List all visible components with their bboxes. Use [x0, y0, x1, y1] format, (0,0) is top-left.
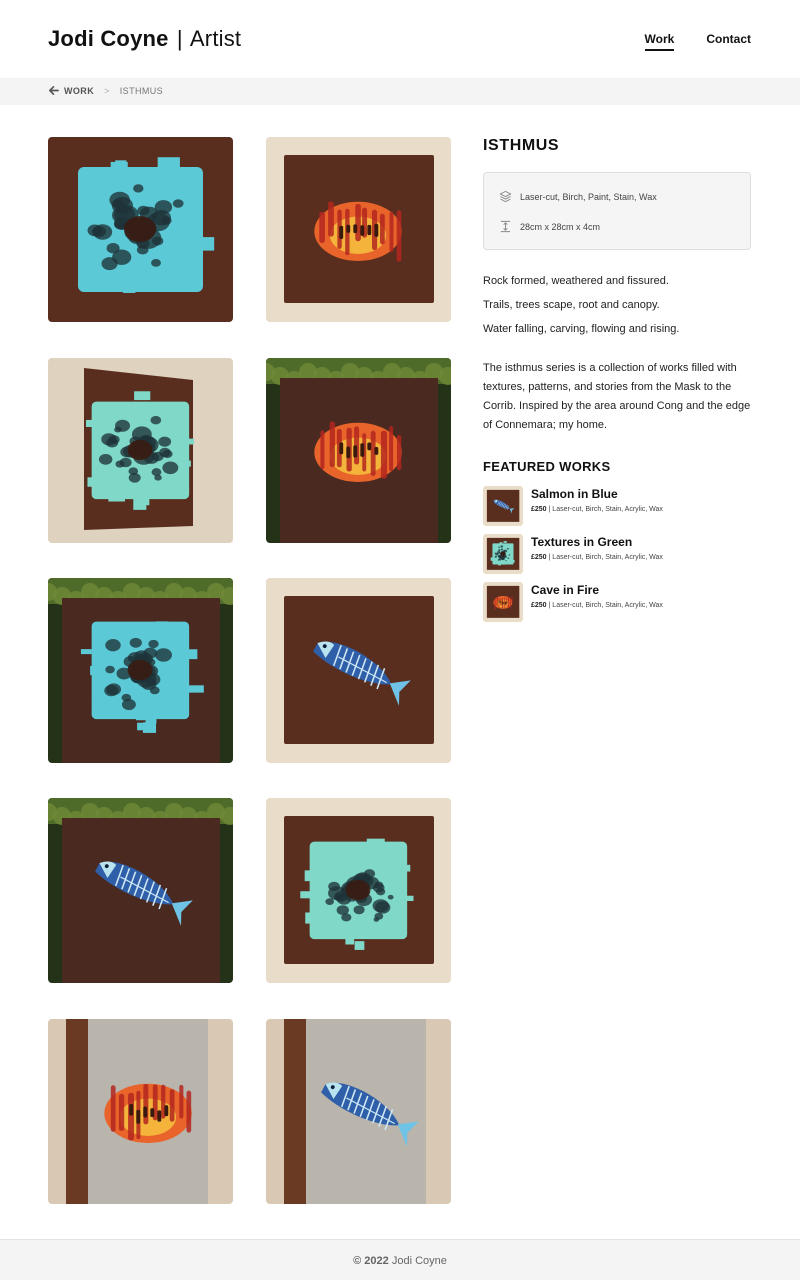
featured-item[interactable]: Cave in Fire £250 | Laser-cut, Birch, St…	[483, 582, 751, 622]
materials-row: Laser-cut, Birch, Paint, Stain, Wax	[499, 190, 657, 203]
footer-owner: Jodi Coyne	[391, 1255, 447, 1267]
gallery-image[interactable]	[48, 358, 233, 543]
poem-line: Rock formed, weathered and fissured.	[483, 275, 669, 287]
gallery-image[interactable]	[48, 578, 233, 763]
main-nav: Work Contact	[644, 32, 751, 51]
artwork-detail: ISTHMUS Laser-cut, Birch, Paint, Stain, …	[483, 137, 751, 630]
nav-contact-link[interactable]: Contact	[706, 32, 751, 51]
featured-item-name[interactable]: Textures in Green	[531, 535, 663, 549]
featured-thumbnail[interactable]	[483, 486, 523, 526]
featured-item-meta: £250 | Laser-cut, Birch, Stain, Acrylic,…	[531, 602, 663, 609]
series-description: The isthmus series is a collection of wo…	[483, 362, 751, 431]
featured-item-meta: £250 | Laser-cut, Birch, Stain, Acrylic,…	[531, 554, 663, 561]
poem-line: Trails, trees scape, root and canopy.	[483, 299, 660, 311]
featured-item-materials: Laser-cut, Birch, Stain, Acrylic, Wax	[552, 554, 663, 561]
site-brand[interactable]: Jodi Coyne | Artist	[48, 26, 241, 52]
featured-item-materials: Laser-cut, Birch, Stain, Acrylic, Wax	[552, 602, 663, 609]
breadcrumb-separator: >	[104, 85, 110, 96]
gallery-image[interactable]	[266, 798, 451, 983]
featured-item-meta: £250 | Laser-cut, Birch, Stain, Acrylic,…	[531, 506, 663, 513]
dimensions-row: 28cm x 28cm x 4cm	[499, 220, 600, 233]
featured-item[interactable]: Textures in Green £250 | Laser-cut, Birc…	[483, 534, 751, 574]
breadcrumb: WORK > ISTHMUS	[48, 85, 163, 96]
featured-works-heading: FEATURED WORKS	[483, 459, 611, 474]
featured-item-price: £250	[531, 554, 547, 561]
breadcrumb-current: ISTHMUS	[119, 85, 164, 96]
copyright: © 2022	[353, 1255, 389, 1267]
page-title: ISTHMUS	[483, 137, 560, 154]
height-icon	[500, 220, 511, 233]
nav-work-link[interactable]: Work	[644, 32, 675, 51]
dimensions-text: 28cm x 28cm x 4cm	[520, 221, 601, 232]
featured-item-price: £250	[531, 602, 547, 609]
featured-item-materials: Laser-cut, Birch, Stain, Acrylic, Wax	[552, 506, 663, 513]
site-footer: © 2022 Jodi Coyne	[0, 1239, 800, 1280]
brand-separator: |	[176, 26, 183, 51]
featured-item-price: £250	[531, 506, 547, 513]
featured-works-list: Salmon in Blue £250 | Laser-cut, Birch, …	[483, 486, 751, 622]
layers-icon	[499, 190, 512, 203]
featured-item-name[interactable]: Salmon in Blue	[531, 487, 663, 501]
gallery-image[interactable]	[266, 137, 451, 322]
featured-thumbnail[interactable]	[483, 582, 523, 622]
arrow-left-icon[interactable]	[48, 85, 59, 96]
gallery-image[interactable]	[48, 1019, 233, 1204]
gallery-image[interactable]	[266, 1019, 451, 1204]
gallery-image[interactable]	[266, 578, 451, 763]
breadcrumb-bar: WORK > ISTHMUS	[0, 78, 800, 105]
featured-item-name[interactable]: Cave in Fire	[531, 583, 663, 597]
gallery-image[interactable]	[48, 798, 233, 983]
poem-line: Water falling, carving, flowing and risi…	[483, 323, 680, 335]
site-header: Jodi Coyne | Artist Work Contact	[0, 0, 800, 78]
brand-name: Jodi Coyne	[48, 26, 169, 51]
poem: Rock formed, weathered and fissured. Tra…	[483, 269, 751, 341]
featured-item[interactable]: Salmon in Blue £250 | Laser-cut, Birch, …	[483, 486, 751, 526]
breadcrumb-work-link[interactable]: WORK	[64, 86, 94, 96]
featured-thumbnail[interactable]	[483, 534, 523, 574]
brand-role: Artist	[189, 26, 242, 51]
gallery-image[interactable]	[266, 358, 451, 543]
spec-box: Laser-cut, Birch, Paint, Stain, Wax 28cm…	[483, 172, 751, 250]
materials-text: Laser-cut, Birch, Paint, Stain, Wax	[520, 191, 657, 202]
gallery-image[interactable]	[48, 137, 233, 322]
